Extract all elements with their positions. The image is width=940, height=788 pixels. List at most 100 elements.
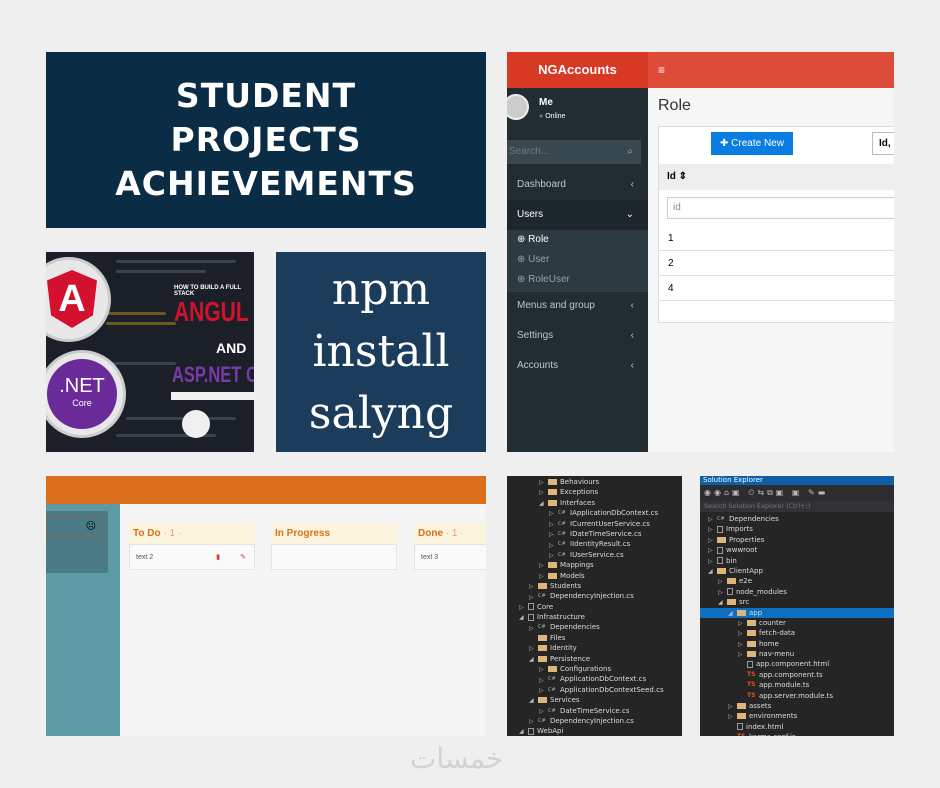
nav-accounts[interactable]: Accounts ‹ [507,351,648,381]
tree-item-label: app.server.module.ts [759,691,833,700]
tree-item[interactable]: ◢ app [700,607,894,618]
tree-item[interactable]: ▷ C# Dependencies [507,622,682,632]
nav-dashboard[interactable]: Dashboard ‹ [507,170,648,200]
tree-item[interactable]: TSkarma.conf.js [700,732,894,736]
dotnet-logo: .NET Core [46,350,126,438]
subnav-roleuser[interactable]: ⊕ RoleUser [507,270,648,290]
tree-item[interactable]: ◢ Services [507,695,682,705]
tree-item-label: Imports [726,525,753,534]
tree-item[interactable]: ▷ Models [507,571,682,581]
cs-icon: C# [538,717,546,724]
table-row[interactable]: 4 [659,276,894,301]
edit-icon[interactable]: ✎ [240,545,246,571]
column-header-id[interactable]: Id ⇕ [659,164,894,190]
folder-icon [538,582,547,589]
tree-item[interactable]: ▷ C# IDateTimeService.cs [507,529,682,539]
tree-item[interactable]: ◢ src [700,597,894,607]
tree-item[interactable]: ▷ Imports [700,524,894,534]
tree-item[interactable]: ◢ Infrastructure [507,612,682,622]
tree-item[interactable]: ▷ C# Dependencies [700,514,894,524]
tree-item[interactable]: ▷ C# ICurrentUserService.cs [507,519,682,529]
cs-icon: C# [538,624,546,631]
tree-item[interactable]: TS app.server.module.ts [700,691,894,701]
tree-item[interactable]: ◢ Persistence [507,654,682,664]
folder-icon [548,572,557,579]
tree-item[interactable]: ▷ counter [700,618,894,628]
table-row[interactable]: 1 [659,226,894,251]
tree-item[interactable]: ▷ C# IApplicationDbContext.cs [507,508,682,518]
title-line: ACHIEVEMENTS [115,164,417,203]
tree-item[interactable]: ▷ C# ApplicationDbContextSeed.cs [507,685,682,695]
nav-menus[interactable]: Menus and group ‹ [507,291,648,321]
tree-item[interactable]: ▷ C# DependencyInjection.cs [507,591,682,601]
folder-icon [548,562,557,569]
tree-item[interactable]: TS app.component.ts [700,670,894,680]
tree-item[interactable]: ▷ Core [507,602,682,612]
tree-item[interactable]: ▷ nav-menu [700,649,894,659]
subnav-user[interactable]: ⊕ User [507,250,648,270]
expand-toggle-icon[interactable]: ◢ [519,727,528,736]
tree-item[interactable]: ▷ node_modules [700,587,894,597]
nav-users[interactable]: Users ⌄ [507,200,648,230]
tree-item[interactable]: ◢ Interfaces [507,498,682,508]
tree-item[interactable]: TS app.module.ts [700,680,894,690]
file-icon [727,588,733,596]
cs-icon: C# [548,676,556,683]
file-icon [717,546,723,554]
tree-item[interactable]: ◢ WebApi [507,726,682,736]
search-solution-input[interactable]: Search Solution Explorer (Ctrl+;) [700,501,894,512]
status: ● Online [539,113,566,120]
tree-item[interactable]: ▷ fetch-data [700,628,894,638]
column-select[interactable]: Id, [872,132,894,155]
folder-icon [538,634,547,641]
tree-item[interactable]: ▷ environments [700,711,894,721]
card[interactable]: text 2 ▮ ✎ [129,544,255,570]
hamburger-icon[interactable]: ≡ [648,52,894,88]
emoji-icon[interactable]: ☹ [46,517,101,537]
tree-item[interactable]: ▷ C# ApplicationDbContext.cs [507,674,682,684]
tree-item-label: counter [759,618,786,627]
tree-item[interactable]: index.html [700,722,894,732]
card[interactable]: text 3✥ [414,544,486,570]
tree-item[interactable]: ▷ Identity [507,643,682,653]
folder-icon [737,703,746,710]
tree-item[interactable]: ▷ C# DateTimeService.cs [507,706,682,716]
tree-item[interactable]: ▷ wwwroot [700,545,894,555]
tree-item[interactable]: ▷ Properties [700,535,894,545]
folder-icon [548,499,557,506]
file-icon [528,727,534,735]
tree-item[interactable]: ▷ home [700,639,894,649]
table-row[interactable]: 2 [659,251,894,276]
ngaccounts-screenshot: NGAccounts ≡ Me ● Online Search... ⌕ Dash… [507,52,894,452]
folder-icon [548,666,557,673]
tree-item[interactable]: ◢ ClientApp [700,566,894,576]
search-input[interactable]: Search... ⌕ [507,140,641,164]
tree-item[interactable]: ▷ e2e [700,576,894,586]
tree-item[interactable]: ▷ Exceptions [507,487,682,497]
angular-logo: A [46,257,111,342]
tree-item[interactable]: ▷ Students [507,581,682,591]
tree-item[interactable]: ▷ C# IUserService.cs [507,550,682,560]
tree-item[interactable]: ▷ Behaviours [507,477,682,487]
tree-item[interactable]: ▷ assets [700,701,894,711]
nav-settings[interactable]: Settings ‹ [507,321,648,351]
toolbar[interactable]: ◉◉⌂▣ ⏲⇆⧉▣ ▣ ✎▬ [700,485,894,501]
npm-line: npm [331,264,431,315]
file-icon [528,613,534,621]
tree-item[interactable]: Files [507,633,682,643]
page-title: Role [658,97,691,114]
solution-explorer: Solution Explorer ◉◉⌂▣ ⏲⇆⧉▣ ▣ ✎▬ Search … [700,476,894,736]
id-filter-input[interactable]: id [667,197,894,219]
tree-item[interactable]: app.component.html [700,659,894,669]
delete-icon[interactable]: ▮ [216,545,220,571]
search-icon: ⌕ [627,146,633,157]
create-new-button[interactable]: ✚ Create New [711,132,793,155]
tree-item[interactable]: ▷ Mappings [507,560,682,570]
subnav-role[interactable]: ⊕ Role [507,230,648,250]
tree-item[interactable]: ▷ Configurations [507,664,682,674]
cs-icon: C# [558,541,566,548]
tree-item[interactable]: ▷ bin [700,556,894,566]
thumb-aspnet: ASP.NET CO [172,362,254,387]
tree-item[interactable]: ▷ C# IIdentityResult.cs [507,539,682,549]
tree-item[interactable]: ▷ C# DependencyInjection.cs [507,716,682,726]
